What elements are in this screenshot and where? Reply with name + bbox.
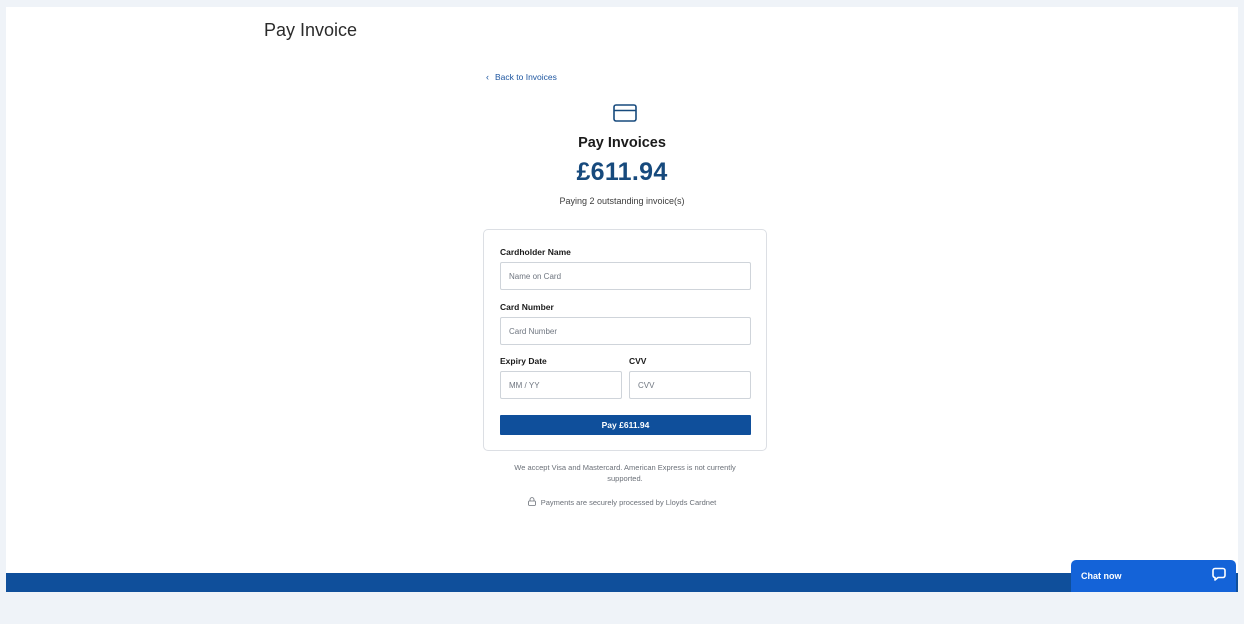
pay-invoices-heading: Pay Invoices (578, 135, 666, 151)
secure-payment-note: Payments are securely processed by Lloyd… (6, 497, 1238, 508)
card-number-input[interactable] (500, 317, 751, 345)
chevron-left-icon: ‹ (486, 71, 489, 82)
payment-form: Cardholder Name Card Number Expiry Date … (483, 229, 767, 451)
credit-card-icon (613, 104, 637, 122)
cvv-input[interactable] (629, 371, 751, 399)
back-to-invoices-link[interactable]: ‹ Back to Invoices (486, 72, 557, 82)
pay-button[interactable]: Pay £611.94 (500, 415, 751, 435)
cvv-label: CVV (629, 356, 647, 366)
cardholder-name-label: Cardholder Name (500, 247, 571, 257)
accepted-cards-note: We accept Visa and Mastercard. American … (514, 463, 736, 483)
expiry-date-label: Expiry Date (500, 356, 547, 366)
total-amount: £611.94 (576, 158, 668, 186)
secure-note-text: Payments are securely processed by Lloyd… (540, 498, 717, 507)
footer-bar (6, 573, 1238, 592)
cardholder-name-input[interactable] (500, 262, 751, 290)
chat-now-button[interactable]: Chat now (1071, 560, 1236, 592)
page-container: Pay Invoice ‹ Back to Invoices Pay Invoi… (6, 7, 1238, 573)
outstanding-invoices-text: Paying 2 outstanding invoice(s) (559, 196, 685, 206)
page-title: Pay Invoice (264, 20, 358, 40)
lock-icon (527, 497, 536, 508)
expiry-date-input[interactable] (500, 371, 622, 399)
card-number-label: Card Number (500, 302, 554, 312)
chat-now-label: Chat now (1081, 571, 1122, 581)
chat-bubble-icon (1212, 567, 1226, 586)
back-link-label: Back to Invoices (495, 72, 557, 82)
